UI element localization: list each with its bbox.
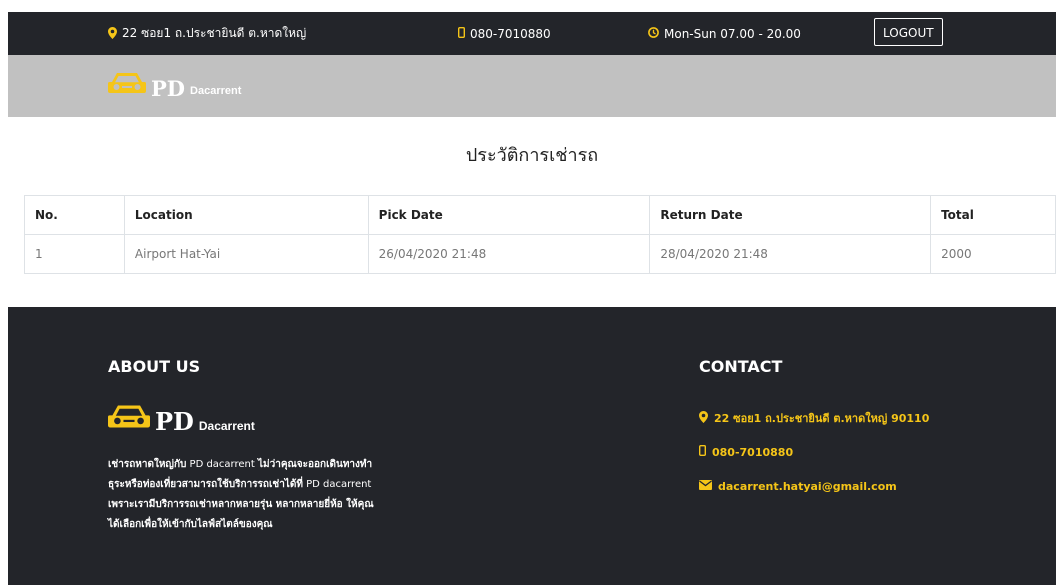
topbar-phone-text: 080-7010880 (470, 26, 551, 41)
cell-total: 2000 (930, 234, 1056, 274)
topbar-phone: 080-7010880 (457, 12, 551, 55)
about-us-heading: ABOUT US (108, 357, 201, 376)
col-header-total: Total (930, 195, 1056, 235)
envelope-icon (699, 479, 712, 493)
logout-button[interactable]: LOGOUT (874, 18, 943, 46)
about-text-part: PD dacarrent (186, 459, 258, 470)
map-marker-icon (108, 26, 117, 41)
contact-phone-text: 080-7010880 (712, 445, 794, 459)
cell-return-date: 28/04/2020 21:48 (649, 234, 932, 274)
topbar-address: 22 ซอย1 ถ.ประชายินดี ต.หาดใหญ่ (108, 12, 306, 55)
topbar-hours: Mon-Sun 07.00 - 20.00 (648, 12, 801, 55)
page-title: ประวัติการเช่ารถ (465, 145, 599, 166)
about-text-part: เพราะเรามีบริการรถเช่าหลากหลายรุ่น หลากห… (108, 499, 374, 530)
col-header-location: Location (123, 195, 369, 235)
cell-pick-date: 26/04/2020 21:48 (367, 234, 651, 274)
brand-subtitle: Dacarrent (190, 85, 242, 97)
clock-icon (648, 27, 659, 40)
contact-address-text: 22 ซอย1 ถ.ประชายินดี ต.หาดใหญ่ 90110 (714, 412, 930, 425)
contact-phone: 080-7010880 (698, 435, 929, 469)
top-info-bar: 22 ซอย1 ถ.ประชายินดี ต.หาดใหญ่ 080-70108… (8, 12, 1056, 55)
mobile-phone-icon (698, 444, 706, 459)
mobile-phone-icon (457, 26, 465, 40)
table-row: 1 Airport Hat-Yai 26/04/2020 21:48 28/04… (24, 234, 1056, 274)
contact-email-text[interactable]: dacarrent.hatyai@gmail.com (718, 480, 897, 493)
cell-location: Airport Hat-Yai (123, 234, 369, 274)
brand-name: PD (151, 76, 186, 101)
footer-brand-subtitle: Dacarrent (198, 419, 255, 433)
site-logo[interactable]: PD Dacarrent (108, 71, 241, 99)
about-us-text: เช่ารถหาดใหญ่กับ PD dacarrent ไม่ว่าคุณจ… (108, 455, 378, 535)
cell-no: 1 (24, 234, 125, 274)
col-header-return-date: Return Date (649, 195, 932, 235)
car-icon (108, 403, 150, 434)
site-footer: ABOUT US PD Dacarrent เช่ารถหาดใหญ่กับ P… (8, 307, 1056, 585)
car-icon (108, 71, 146, 99)
contact-email[interactable]: dacarrent.hatyai@gmail.com (699, 469, 929, 503)
topbar-hours-text: Mon-Sun 07.00 - 20.00 (664, 26, 801, 41)
contact-address: 22 ซอย1 ถ.ประชายินดี ต.หาดใหญ่ 90110 (699, 401, 929, 435)
contact-heading: CONTACT (699, 357, 783, 376)
table-header-row: No. Location Pick Date Return Date Total (24, 195, 1056, 235)
footer-brand-name: PD (155, 407, 194, 436)
about-text-part: เช่ารถหาดใหญ่กับ (108, 459, 187, 470)
topbar-address-text: 22 ซอย1 ถ.ประชายินดี ต.หาดใหญ่ (122, 26, 307, 40)
col-header-pick-date: Pick Date (367, 195, 651, 235)
col-header-no: No. (24, 195, 125, 235)
footer-logo: PD Dacarrent (108, 403, 255, 434)
about-text-part: PD dacarrent (302, 479, 372, 490)
contact-list: 22 ซอย1 ถ.ประชายินดี ต.หาดใหญ่ 90110 080… (698, 401, 929, 503)
rental-history-table: No. Location Pick Date Return Date Total… (24, 195, 1056, 274)
map-marker-icon (699, 410, 708, 426)
site-header: PD Dacarrent (8, 55, 1056, 117)
